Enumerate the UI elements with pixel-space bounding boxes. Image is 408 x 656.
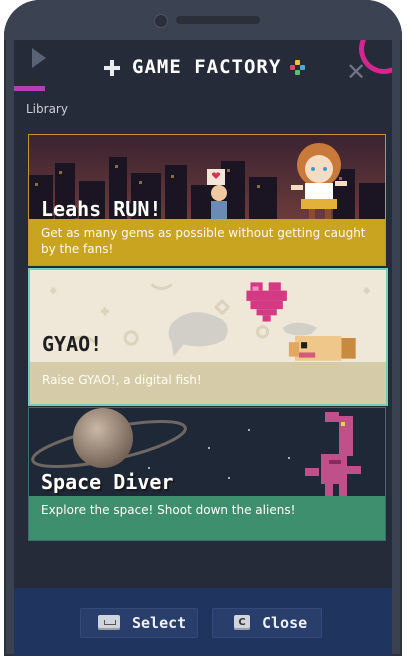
game-card-leahs-run[interactable]: Leahs RUN! Get as many gems as possible … <box>28 134 386 266</box>
game-title: GYAO! <box>42 332 103 356</box>
select-label: Select <box>132 614 187 632</box>
speaker-grille <box>176 16 260 24</box>
game-title: Space Diver <box>41 470 174 494</box>
app-title: GAME FACTORY <box>132 56 282 78</box>
footer-bar: Select C Close <box>14 588 392 656</box>
camera-icon <box>154 14 168 28</box>
game-title: Leahs RUN! <box>41 197 162 221</box>
phone-top-bezel <box>4 0 402 40</box>
header: GAME FACTORY ✕ <box>14 40 392 98</box>
game-card-space-diver[interactable]: Space Diver Explore the space! Shoot dow… <box>28 407 386 541</box>
select-button[interactable]: Select <box>80 608 198 638</box>
game-card-gyao[interactable]: GYAO! Raise GYAO!, a digital fish! <box>28 268 388 406</box>
space-key-icon <box>98 615 120 630</box>
game-description: Explore the space! Shoot down the aliens… <box>29 496 385 540</box>
colored-dots-icon <box>290 60 306 76</box>
close-label: Close <box>262 614 308 632</box>
c-key-icon: C <box>234 615 250 630</box>
app-screen: GAME FACTORY ✕ Library Leahs RUN! Get as… <box>14 40 392 656</box>
game-description: Get as many gems as possible without get… <box>29 219 385 265</box>
plus-icon <box>104 60 120 76</box>
phone-frame: GAME FACTORY ✕ Library Leahs RUN! Get as… <box>4 0 402 656</box>
game-description: Raise GYAO!, a digital fish! <box>30 362 386 404</box>
library-label: Library <box>26 102 68 116</box>
close-button[interactable]: C Close <box>212 608 322 638</box>
corner-decoration <box>14 54 45 91</box>
